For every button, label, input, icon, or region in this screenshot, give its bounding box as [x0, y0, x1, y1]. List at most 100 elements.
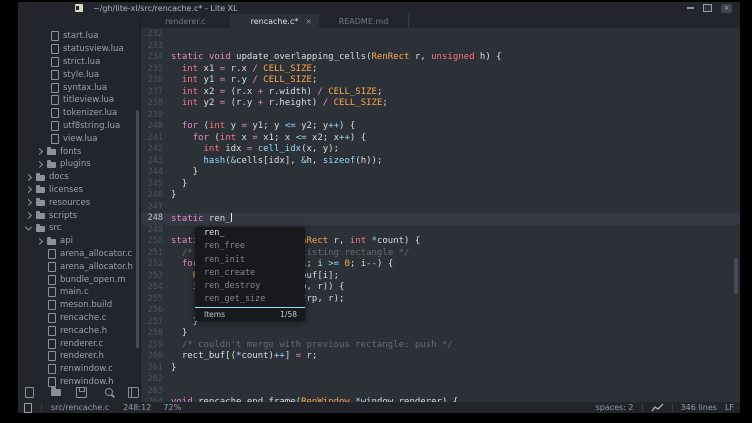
tree-item-src[interactable]: src	[18, 222, 140, 235]
treeview-open-folder-button[interactable]	[49, 386, 62, 399]
tree-item-meson.build[interactable]: meson.build	[18, 299, 140, 312]
autocomplete-item-ren_create[interactable]: ren_create	[195, 267, 305, 280]
tree-scrollbar[interactable]	[136, 110, 139, 348]
autocomplete-item-ren_init[interactable]: ren_init	[195, 254, 305, 267]
tree-item-label: utf8string.lua	[63, 121, 120, 131]
tree-item-docs[interactable]: docs	[18, 171, 140, 184]
tree-item-view.lua[interactable]: view.lua	[18, 132, 140, 145]
line-number: 259	[141, 340, 171, 352]
code-line[interactable]: 243 hash(&cells[idx], &h, sizeof(h));	[141, 156, 740, 168]
tree-item-bundle_open.m[interactable]: bundle_open.m	[18, 273, 140, 286]
chevron-right-icon[interactable]	[25, 199, 32, 206]
status-line-ending[interactable]: LF	[725, 403, 734, 412]
autocomplete-item-ren_get_size[interactable]: ren_get_size	[195, 293, 305, 306]
tree-item-syntax.lua[interactable]: syntax.lua	[18, 81, 140, 94]
chevron-right-icon[interactable]	[25, 174, 32, 181]
treeview-save-button[interactable]	[75, 386, 88, 399]
tab-rencache.c[interactable]: rencache.c*×	[230, 14, 319, 28]
tree-item-resources[interactable]: resources	[18, 196, 140, 209]
tree-item-api[interactable]: api	[18, 235, 140, 248]
performance-graph-icon[interactable]	[651, 403, 664, 412]
tree-item-scripts[interactable]: scripts	[18, 209, 140, 222]
tree-item-titleview.lua[interactable]: titleview.lua	[18, 94, 140, 107]
chevron-right-icon[interactable]	[36, 238, 43, 245]
line-number: 250	[141, 236, 171, 248]
code-line[interactable]: 241 for (int x = x1; x <= x2; x++) {	[141, 133, 740, 145]
minimize-icon[interactable]	[687, 7, 694, 9]
autocomplete-item-ren_free[interactable]: ren_free	[195, 240, 305, 253]
code-line[interactable]: 245 }	[141, 179, 740, 191]
code-line[interactable]: 258 }	[141, 328, 740, 340]
code-line[interactable]: 234static void update_overlapping_cells(…	[141, 52, 740, 64]
code-line[interactable]: 247	[141, 202, 740, 214]
file-icon	[51, 70, 59, 80]
tree-item-start.lua[interactable]: start.lua	[18, 30, 140, 43]
code-line[interactable]: 236 int y1 = r.y / CELL_SIZE;	[141, 75, 740, 87]
title-bar[interactable]: ~/gh/lite-xl/src/rencache.c* - Lite XL ×	[18, 2, 740, 14]
code-line[interactable]: 244 }	[141, 167, 740, 179]
tree-item-strict.lua[interactable]: strict.lua	[18, 56, 140, 69]
code-line[interactable]: 262	[141, 374, 740, 386]
tree-item-plugins[interactable]: plugins	[18, 158, 140, 171]
code-lines: 232233234static void update_overlapping_…	[141, 29, 740, 402]
status-line-count[interactable]: 346 lines	[681, 403, 717, 412]
tree-item-arena_allocator.c[interactable]: arena_allocator.c	[18, 248, 140, 261]
code-line[interactable]: 261}	[141, 363, 740, 375]
chevron-down-icon[interactable]	[25, 223, 32, 230]
tree-item-licenses[interactable]: licenses	[18, 184, 140, 197]
code-line[interactable]: 240 for (int y = y1; y <= y2; y++) {	[141, 121, 740, 133]
code-line[interactable]: 239	[141, 110, 740, 122]
code-line[interactable]: 235 int x1 = r.x / CELL_SIZE;	[141, 64, 740, 76]
maximize-icon[interactable]	[703, 4, 712, 12]
line-number: 243	[141, 156, 171, 168]
tab-renderer.c[interactable]: renderer.c	[141, 14, 230, 28]
status-scroll-percent[interactable]: 72%	[163, 403, 181, 412]
autocomplete-item-ren_[interactable]: ren_	[195, 227, 305, 240]
code-line[interactable]: 237 int x2 = (r.x + r.width) / CELL_SIZE…	[141, 87, 740, 99]
tree-item-main.c[interactable]: main.c	[18, 286, 140, 299]
tree-item-rencache.c[interactable]: rencache.c	[18, 312, 140, 325]
tree-item-style.lua[interactable]: style.lua	[18, 68, 140, 81]
main-area: start.luastatusview.luastrict.luastyle.l…	[18, 14, 740, 402]
chevron-right-icon[interactable]	[36, 161, 43, 168]
tree-item-label: plugins	[60, 159, 91, 169]
treeview-search-button[interactable]	[101, 386, 114, 399]
autocomplete-item-ren_destroy[interactable]: ren_destroy	[195, 280, 305, 293]
tab-label: renderer.c	[165, 17, 206, 26]
editor-scrollbar[interactable]	[734, 258, 738, 294]
tab-close-icon[interactable]: ×	[305, 14, 312, 28]
tree-item-utf8string.lua[interactable]: utf8string.lua	[18, 120, 140, 133]
tree-item-fonts[interactable]: fonts	[18, 145, 140, 158]
tree-item-renderer.c[interactable]: renderer.c	[18, 337, 140, 350]
code-line[interactable]: 233	[141, 41, 740, 53]
code-line[interactable]: 260 rect_buf[(*count)++] = r;	[141, 351, 740, 363]
tree-item-renderer.h[interactable]: renderer.h	[18, 350, 140, 363]
treeview-new-file-button[interactable]	[23, 386, 36, 399]
code-line[interactable]: 263	[141, 386, 740, 398]
tab-README.md[interactable]: README.md	[319, 14, 408, 28]
file-icon	[48, 313, 56, 323]
code-line[interactable]: 259 /* couldn't merge with previous rect…	[141, 340, 740, 352]
code-line[interactable]: 248static ren_	[141, 213, 740, 225]
status-file-path[interactable]: src/rencache.c	[51, 403, 109, 412]
code-line[interactable]: 246}	[141, 190, 740, 202]
autocomplete-footer: Items 1/58	[195, 307, 305, 321]
code-line[interactable]: 264void rencache_end_frame(RenWindow *wi…	[141, 397, 740, 402]
tree-item-rencache.h[interactable]: rencache.h	[18, 324, 140, 337]
code-line[interactable]: 238 int y2 = (r.y + r.height) / CELL_SIZ…	[141, 98, 740, 110]
chevron-right-icon[interactable]	[25, 186, 32, 193]
code-view[interactable]: 232233234static void update_overlapping_…	[141, 28, 740, 402]
status-cursor-position[interactable]: 248:12	[123, 403, 151, 412]
close-icon[interactable]: ×	[721, 4, 732, 13]
chevron-right-icon[interactable]	[36, 148, 43, 155]
code-line[interactable]: 242 int idx = cell_idx(x, y);	[141, 144, 740, 156]
tree-item-renwindow.c[interactable]: renwindow.c	[18, 363, 140, 376]
tree-item-arena_allocator.h[interactable]: arena_allocator.h	[18, 260, 140, 273]
line-text: }	[171, 328, 187, 340]
status-indent-mode[interactable]: spaces: 2	[596, 403, 634, 412]
code-line[interactable]: 232	[141, 29, 740, 41]
chevron-right-icon[interactable]	[25, 212, 32, 219]
tree-item-tokenizer.lua[interactable]: tokenizer.lua	[18, 107, 140, 120]
tree-item-statusview.lua[interactable]: statusview.lua	[18, 43, 140, 56]
treeview-book-button[interactable]	[127, 386, 140, 399]
